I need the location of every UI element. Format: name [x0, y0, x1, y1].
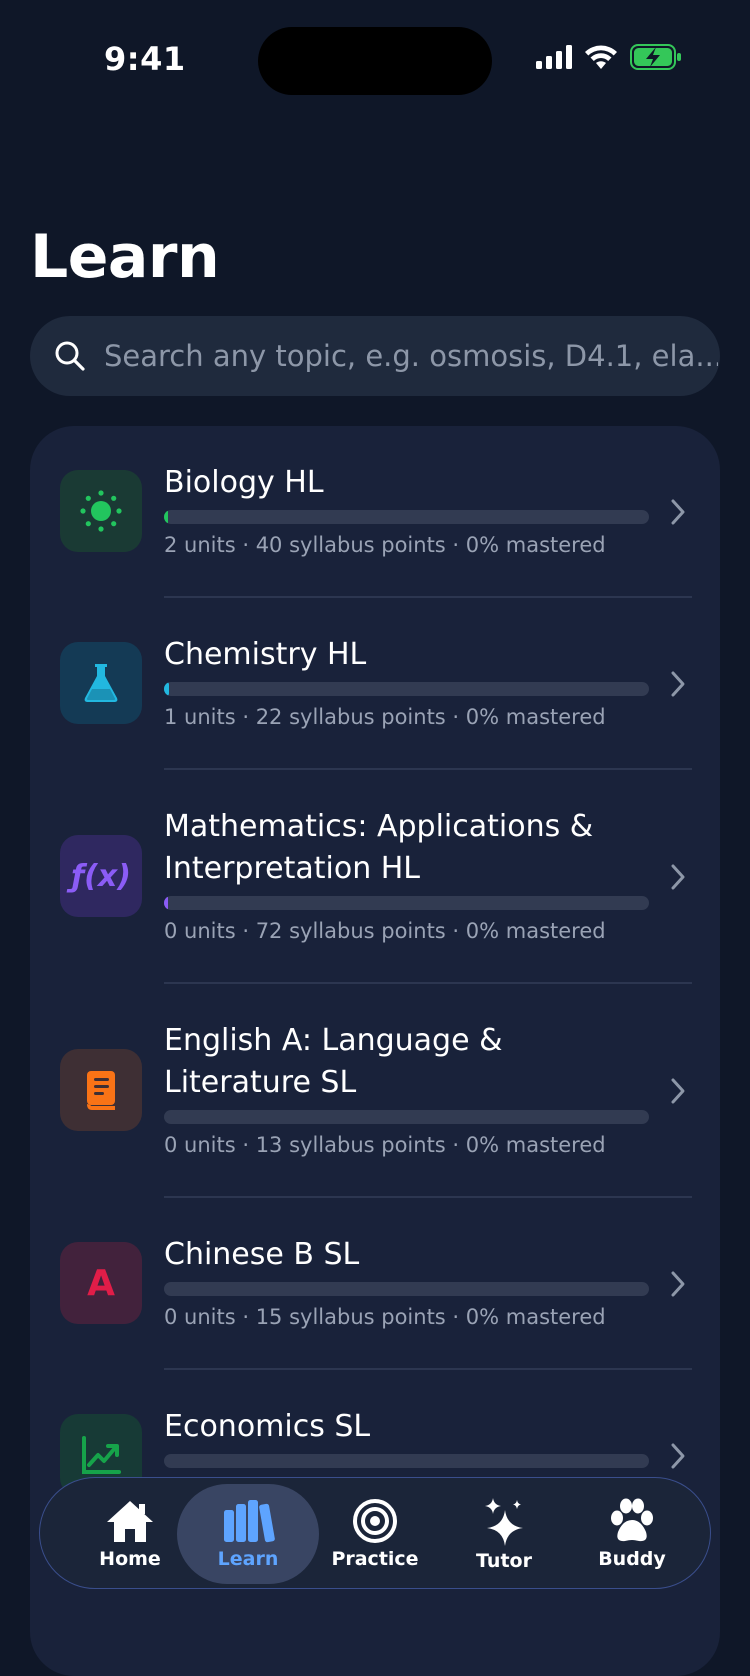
tab-label: Learn [217, 1548, 279, 1570]
mastery-progress-bar [164, 1282, 649, 1296]
subject-row-chinese[interactable]: A Chinese B SL 0 units · 15 syllabus poi… [30, 1198, 720, 1368]
subject-title: Economics SL [164, 1409, 371, 1444]
flask-icon [84, 664, 118, 702]
tab-buddy[interactable]: Buddy [568, 1478, 696, 1590]
subject-row-mathematics[interactable]: ƒ(x) Mathematics: Applications & Interpr… [30, 770, 720, 982]
tab-practice[interactable]: Practice [311, 1478, 439, 1590]
tab-label: Tutor [476, 1550, 532, 1572]
paw-icon [611, 1498, 653, 1542]
tab-home[interactable]: Home [66, 1478, 194, 1590]
subject-title: Mathematics: Applications & Interpretati… [164, 809, 594, 886]
cellular-signal-icon [536, 45, 572, 69]
mastery-progress-bar [164, 896, 649, 910]
progress-fill [164, 510, 168, 524]
chinese-icon-tile: A [60, 1242, 142, 1324]
subject-row-chemistry[interactable]: Chemistry HL 1 units · 22 syllabus point… [30, 598, 720, 768]
letter-a-icon: A [87, 1262, 115, 1304]
function-icon: ƒ(x) [71, 858, 131, 894]
tab-label: Practice [331, 1548, 419, 1570]
subject-meta: 2 units · 40 syllabus points · 0% master… [164, 533, 606, 557]
search-input[interactable] [102, 338, 720, 374]
search-bar[interactable] [30, 316, 720, 396]
chevron-right-icon [671, 671, 685, 697]
chevron-right-icon [671, 499, 685, 525]
subject-row-english[interactable]: English A: Language & Literature SL 0 un… [30, 984, 720, 1196]
subject-meta: 1 units · 22 syllabus points · 0% master… [164, 705, 606, 729]
chemistry-icon-tile [60, 642, 142, 724]
chevron-right-icon [671, 1078, 685, 1104]
subject-title: Chinese B SL [164, 1237, 360, 1272]
status-icons [536, 44, 682, 70]
book-icon [87, 1071, 115, 1110]
status-time: 9:41 [104, 40, 186, 78]
mastery-progress-bar [164, 682, 649, 696]
subject-title: Chemistry HL [164, 637, 367, 672]
chevron-right-icon [671, 1443, 685, 1469]
battery-charging-icon [630, 44, 681, 70]
tab-bar: Home Learn Practice Tutor Buddy [39, 1477, 711, 1589]
search-icon [55, 341, 85, 371]
page-title: Learn [30, 222, 220, 292]
wifi-icon [585, 45, 617, 69]
tab-label: Home [99, 1548, 161, 1570]
target-icon [353, 1499, 397, 1543]
status-bar: 9:41 [0, 0, 750, 120]
chart-trend-icon [82, 1436, 121, 1474]
mathematics-icon-tile: ƒ(x) [60, 835, 142, 917]
mastery-progress-bar [164, 1454, 649, 1468]
chevron-right-icon [671, 1271, 685, 1297]
progress-fill [164, 682, 169, 696]
books-icon [224, 1500, 275, 1543]
tab-learn[interactable]: Learn [177, 1484, 319, 1584]
subject-row-biology[interactable]: Biology HL 2 units · 40 syllabus points … [30, 426, 720, 596]
mastery-progress-bar [164, 510, 649, 524]
mastery-progress-bar [164, 1110, 649, 1124]
subject-title: English A: Language & Literature SL [164, 1023, 503, 1100]
sun-icon [80, 490, 122, 532]
tab-label: Buddy [598, 1548, 666, 1570]
biology-icon-tile [60, 470, 142, 552]
chevron-right-icon [671, 864, 685, 890]
progress-fill [164, 896, 168, 910]
subject-meta: 0 units · 15 syllabus points · 0% master… [164, 1305, 606, 1329]
tab-tutor[interactable]: Tutor [440, 1478, 568, 1590]
house-icon [107, 1501, 153, 1542]
subject-meta: 0 units · 72 syllabus points · 0% master… [164, 919, 606, 943]
dynamic-island [258, 27, 492, 95]
sparkles-icon [485, 1498, 523, 1546]
subject-meta: 0 units · 13 syllabus points · 0% master… [164, 1133, 606, 1157]
english-icon-tile [60, 1049, 142, 1131]
subject-title: Biology HL [164, 465, 324, 500]
